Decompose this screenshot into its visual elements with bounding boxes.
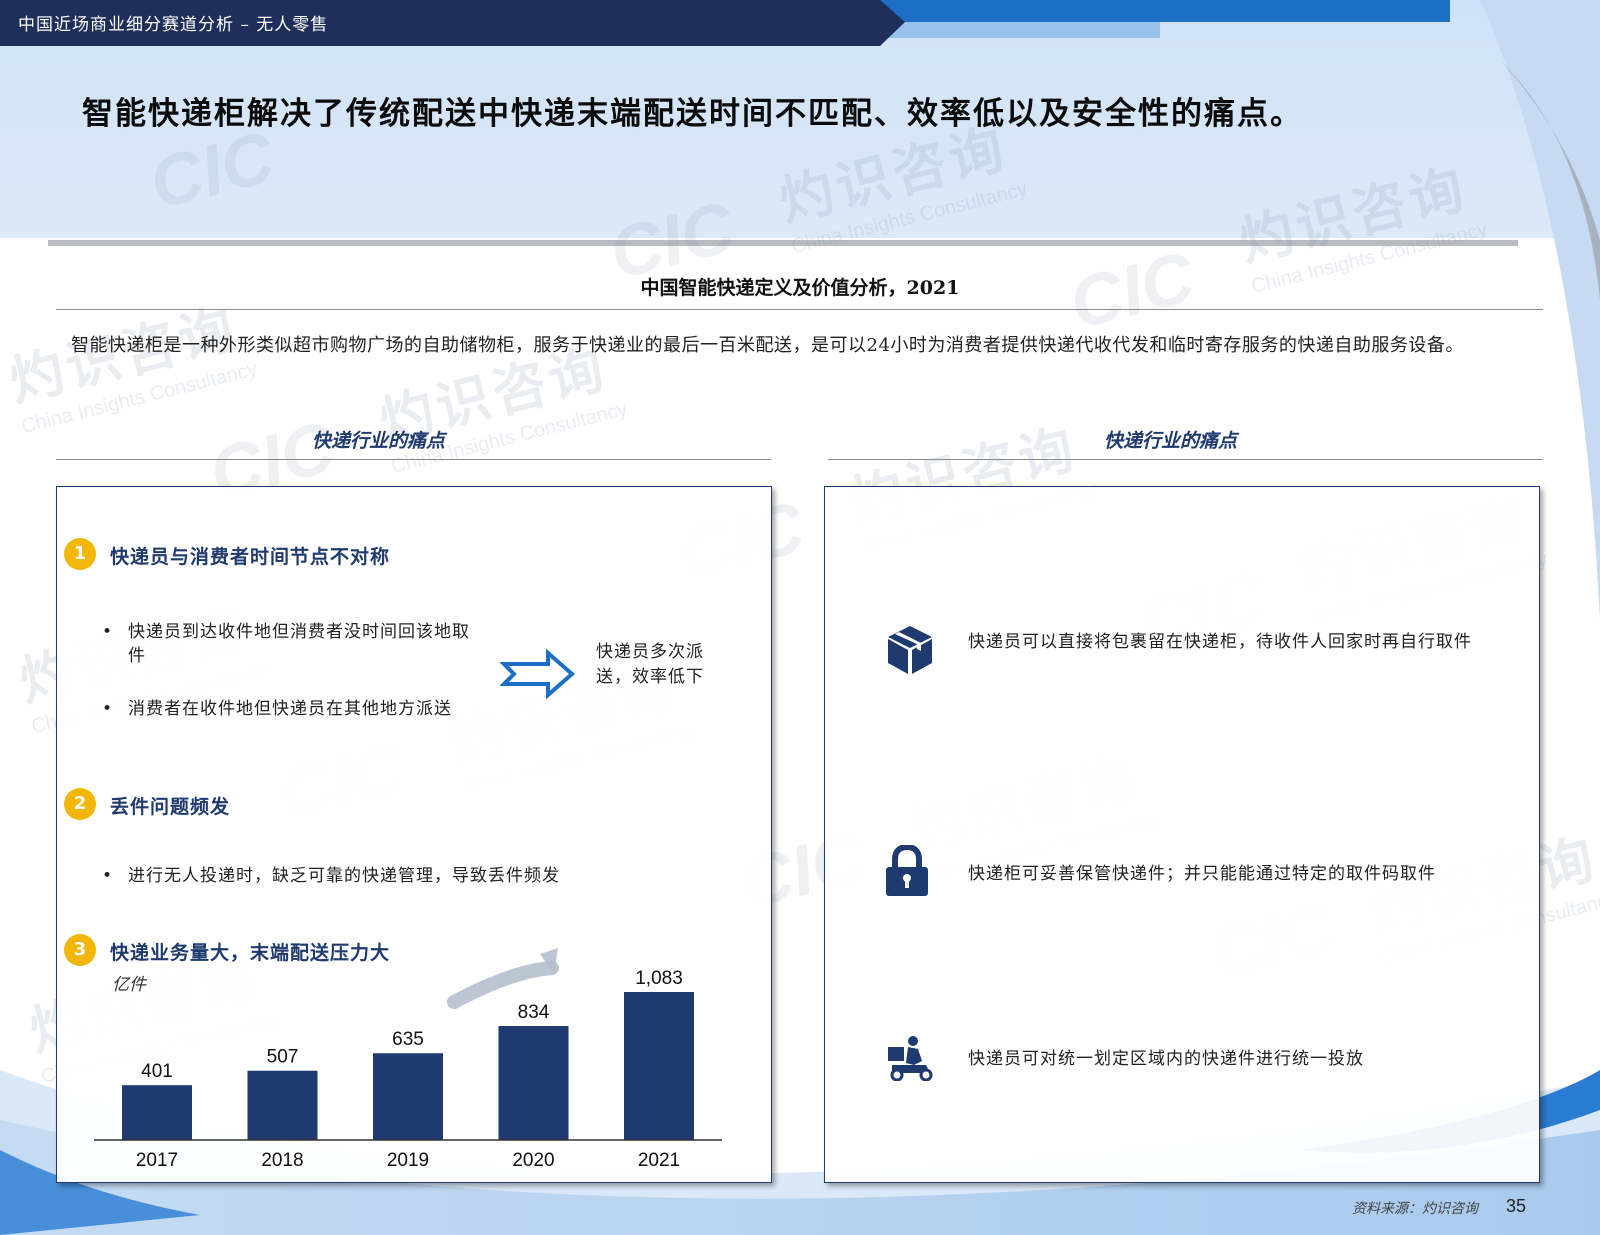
bar-2017 bbox=[122, 1085, 192, 1140]
bar-2021 bbox=[624, 992, 694, 1140]
bar-value-label: 1,083 bbox=[635, 968, 683, 989]
bar-value-label: 635 bbox=[392, 1029, 424, 1050]
x-tick-label: 2017 bbox=[136, 1150, 178, 1171]
x-tick-label: 2019 bbox=[387, 1150, 429, 1171]
right-arrow-icon bbox=[500, 649, 576, 699]
bar-2020 bbox=[498, 1026, 569, 1140]
source-note: 资料来源：灼识咨询 bbox=[1352, 1201, 1478, 1217]
bullet-item: • 快递员到达收件地但消费者没时间回该地取件 bbox=[102, 622, 470, 666]
arrow-result-text: 快递员多次派送，效率低下 bbox=[596, 642, 704, 687]
section-title: 中国近场商业细分赛道分析 – 无人零售 bbox=[18, 15, 329, 35]
bar-value-label: 834 bbox=[518, 1002, 550, 1023]
benefit-text: 快递员可对统一划定区域内的快递件进行统一投放 bbox=[968, 1049, 1364, 1069]
package-icon bbox=[888, 626, 932, 674]
point-number: 2 bbox=[64, 788, 96, 820]
point-number: 1 bbox=[64, 538, 96, 570]
bar-value-label: 507 bbox=[267, 1047, 299, 1068]
divider bbox=[56, 459, 771, 460]
growth-arrow-icon bbox=[447, 961, 559, 1009]
benefit-text: 快递柜可妥善保管快递件；并只能能通过特定的取件码取件 bbox=[968, 864, 1436, 884]
benefit-text: 快递员可以直接将包裹留在快递柜，待收件人回家时再自行取件 bbox=[968, 632, 1472, 652]
point-title: 丢件问题频发 bbox=[110, 796, 231, 818]
point-title: 快递员与消费者时间节点不对称 bbox=[110, 546, 391, 568]
left-section-label: 快递行业的痛点 bbox=[312, 430, 446, 452]
divider bbox=[828, 459, 1543, 460]
divider bbox=[56, 309, 1543, 310]
x-tick-label: 2021 bbox=[638, 1150, 680, 1171]
bar-value-label: 401 bbox=[141, 1061, 173, 1082]
x-tick-label: 2018 bbox=[261, 1150, 303, 1171]
right-section-label: 快递行业的痛点 bbox=[1104, 430, 1238, 452]
courier-scooter-icon bbox=[888, 1036, 933, 1081]
x-tick-label: 2020 bbox=[512, 1150, 554, 1171]
express-volume-bar-chart: 401 2017 507 2018 635 2019 834 2020 1,083 2021 bbox=[94, 948, 722, 1171]
lock-icon bbox=[886, 845, 928, 896]
bullet-item: • 消费者在收件地但快递员在其他地方派送 bbox=[102, 699, 452, 719]
page-number: 35 bbox=[1506, 1196, 1527, 1216]
header-bar: 中国近场商业细分赛道分析 – 无人零售 bbox=[0, 0, 900, 44]
definition-text: 智能快递柜是一种外形类似超市购物广场的自助储物柜，服务于快递业的最后一百米配送，… bbox=[71, 335, 1464, 356]
bar-2019 bbox=[373, 1053, 443, 1140]
bar-2018 bbox=[247, 1070, 318, 1140]
page-headline: 智能快递柜解决了传统配送中快递末端配送时间不匹配、效率低以及安全性的痛点。 bbox=[82, 96, 1303, 132]
figure-title: 中国智能快递定义及价值分析，2021 bbox=[640, 277, 960, 299]
bullet-item: • 进行无人投递时，缺乏可靠的快递管理，导致丢件频发 bbox=[102, 866, 560, 886]
